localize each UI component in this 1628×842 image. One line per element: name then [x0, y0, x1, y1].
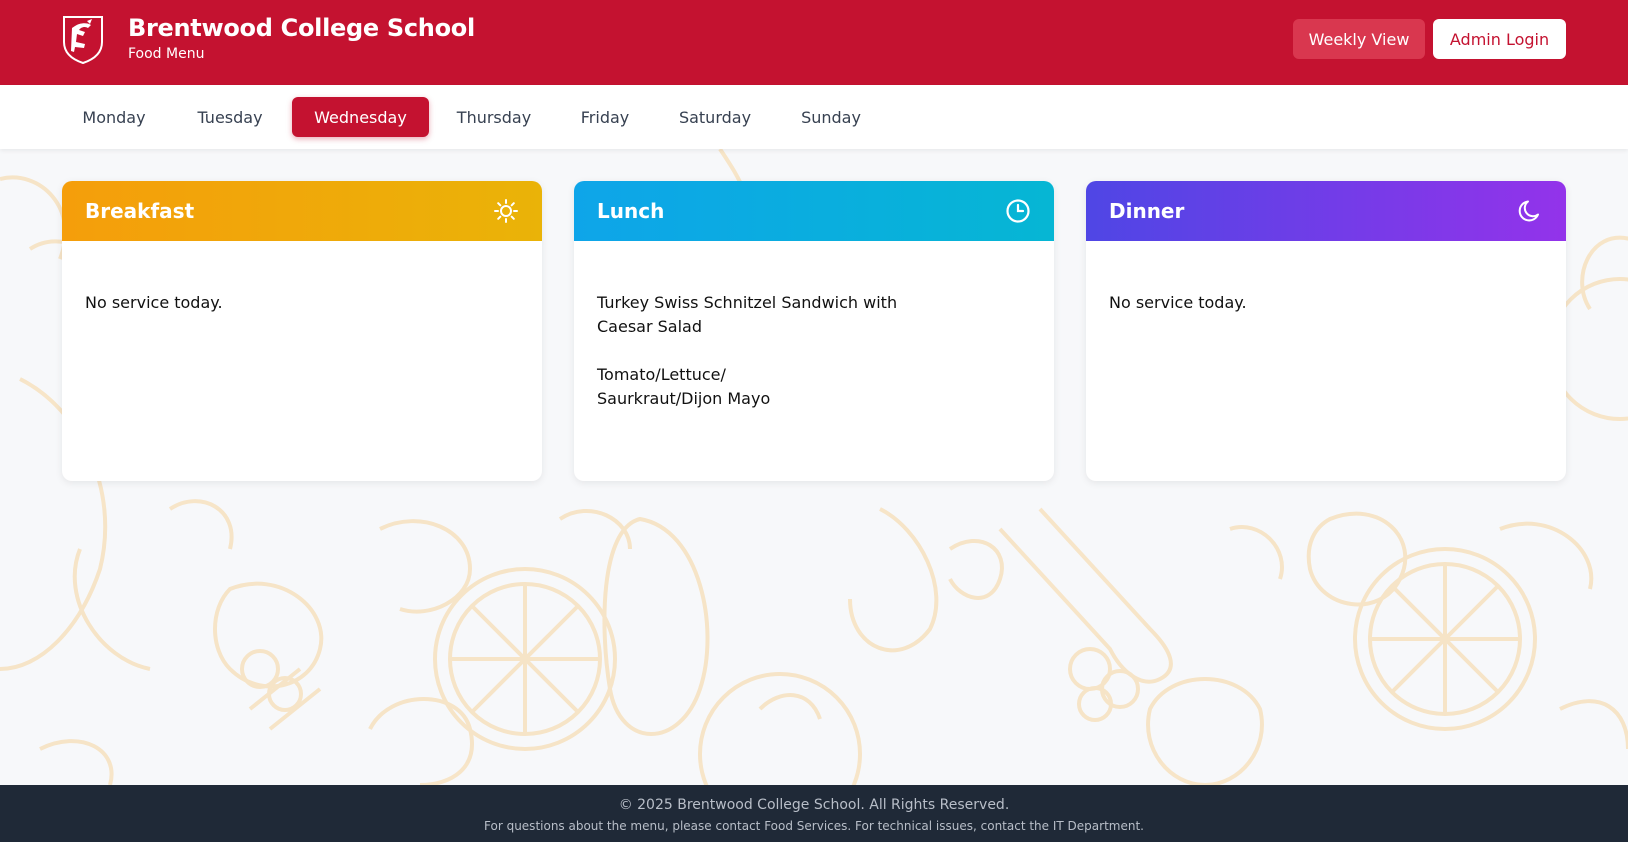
- tab-sunday[interactable]: Sunday: [786, 97, 876, 137]
- dinner-card: Dinner No service today.: [1086, 181, 1566, 481]
- header-bar: Brentwood College School Food Menu Weekl…: [0, 0, 1628, 85]
- tab-tuesday[interactable]: Tuesday: [178, 97, 282, 137]
- footer-copyright: © 2025 Brentwood College School. All Rig…: [618, 797, 1010, 813]
- tab-monday[interactable]: Monday: [62, 97, 166, 137]
- tab-saturday[interactable]: Saturday: [664, 97, 766, 137]
- brand: Brentwood College School Food Menu: [128, 13, 475, 64]
- lunch-title: Lunch: [597, 199, 665, 223]
- weekly-view-button[interactable]: Weekly View: [1293, 19, 1425, 59]
- lunch-item-line: Tomato/Lettuce/: [597, 365, 726, 384]
- dinner-body: No service today.: [1109, 293, 1247, 312]
- admin-login-button[interactable]: Admin Login: [1433, 19, 1566, 59]
- site-subtitle: Food Menu: [128, 46, 205, 62]
- lunch-item-line: Caesar Salad: [597, 317, 702, 336]
- tab-thursday[interactable]: Thursday: [440, 97, 548, 137]
- clock-icon: [1006, 199, 1030, 223]
- site-title: Brentwood College School: [128, 14, 475, 42]
- breakfast-header: Breakfast: [62, 181, 542, 241]
- dinner-header: Dinner: [1086, 181, 1566, 241]
- day-tabs: Monday Tuesday Wednesday Thursday Friday…: [0, 85, 1628, 149]
- lunch-item-line: Turkey Swiss Schnitzel Sandwich with: [597, 293, 898, 312]
- moon-icon: [1518, 200, 1539, 222]
- breakfast-title: Breakfast: [85, 199, 195, 223]
- tab-friday[interactable]: Friday: [564, 97, 646, 137]
- lunch-body: Turkey Swiss Schnitzel Sandwich with Cae…: [574, 241, 1054, 411]
- breakfast-card: Breakfast No service today.: [62, 181, 542, 481]
- school-crest-icon: [63, 16, 103, 64]
- lunch-header: Lunch: [574, 181, 1054, 241]
- lunch-item-line: Saurkraut/Dijon Mayo: [597, 389, 771, 408]
- tab-wednesday[interactable]: Wednesday: [292, 97, 429, 137]
- footer: © 2025 Brentwood College School. All Rig…: [0, 785, 1628, 842]
- lunch-card: Lunch Turkey Swiss Schnitzel Sandwich wi…: [574, 181, 1054, 481]
- footer-contact: For questions about the menu, please con…: [484, 819, 1144, 833]
- sun-icon: [494, 199, 518, 223]
- lunch-spacer: [597, 339, 1031, 363]
- dinner-title: Dinner: [1109, 199, 1185, 223]
- breakfast-body: No service today.: [85, 293, 223, 312]
